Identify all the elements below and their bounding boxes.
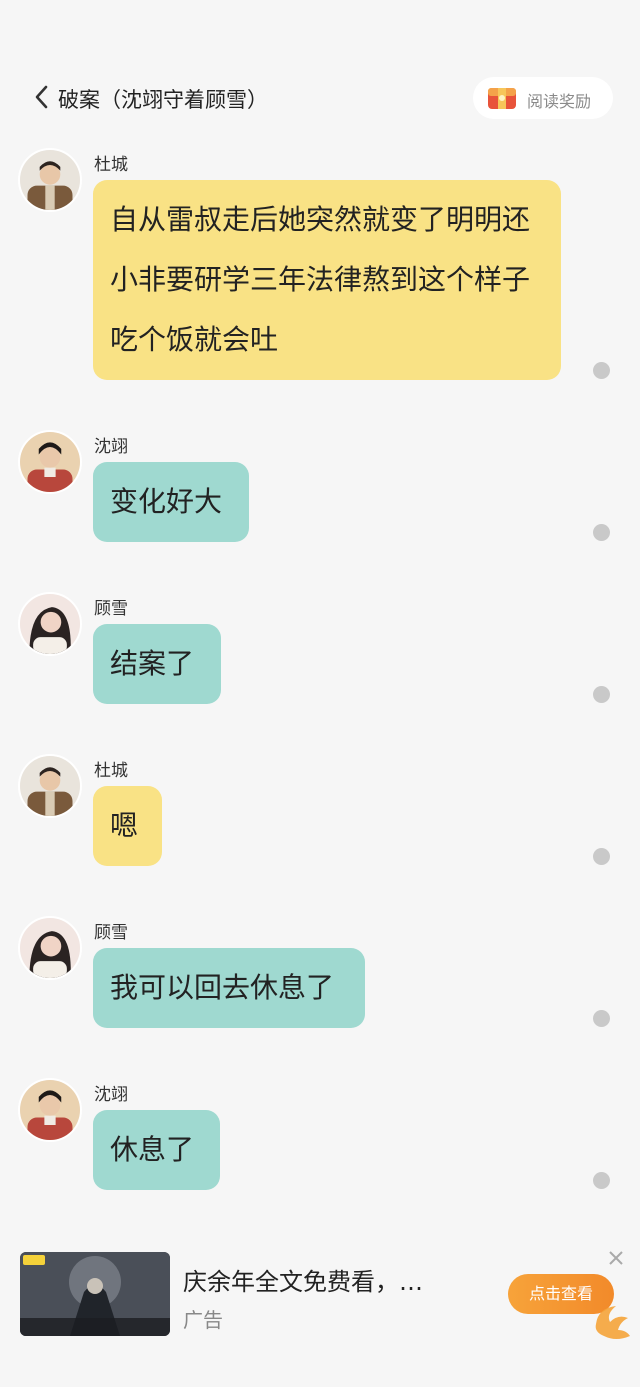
status-dot bbox=[593, 362, 610, 379]
status-dot bbox=[593, 686, 610, 703]
status-dot bbox=[593, 524, 610, 541]
brand-logo-icon bbox=[595, 1306, 630, 1339]
ad-close-button[interactable] bbox=[606, 1248, 626, 1268]
sender-name: 顾雪 bbox=[94, 599, 128, 619]
sender-name: 沈翊 bbox=[94, 1085, 128, 1105]
message-bubble[interactable]: 结案了 bbox=[93, 624, 221, 704]
status-dot bbox=[593, 1010, 610, 1027]
header: 破案（沈翊守着顾雪） 阅读奖励 bbox=[0, 72, 640, 124]
ad-thumbnail[interactable] bbox=[20, 1252, 170, 1336]
avatar[interactable] bbox=[18, 754, 82, 818]
sender-name: 沈翊 bbox=[94, 437, 128, 457]
back-button[interactable] bbox=[30, 82, 54, 112]
ad-title[interactable]: 庆余年全文免费看，… bbox=[183, 1262, 423, 1297]
avatar[interactable] bbox=[18, 148, 82, 212]
avatar[interactable] bbox=[18, 916, 82, 980]
sender-name: 杜城 bbox=[94, 761, 128, 781]
message-bubble[interactable]: 休息了 bbox=[93, 1110, 220, 1190]
sender-name: 杜城 bbox=[94, 155, 128, 175]
status-dot bbox=[593, 848, 610, 865]
ad-label: 广告 bbox=[183, 1308, 223, 1332]
ad-banner[interactable]: 庆余年全文免费看，… 广告 点击查看 bbox=[0, 1240, 640, 1360]
page-title: 破案（沈翊守着顾雪） bbox=[58, 88, 268, 112]
close-icon bbox=[609, 1251, 623, 1265]
message-bubble[interactable]: 自从雷叔走后她突然就变了明明还小非要研学三年法律熬到这个样子吃个饭就会吐 bbox=[93, 180, 561, 380]
gift-icon bbox=[488, 88, 516, 109]
reading-reward-button[interactable]: 阅读奖励 bbox=[473, 77, 613, 119]
status-dot bbox=[593, 1172, 610, 1189]
avatar[interactable] bbox=[18, 1078, 82, 1142]
sender-name: 顾雪 bbox=[94, 923, 128, 943]
reading-reward-label: 阅读奖励 bbox=[527, 92, 592, 111]
message-bubble[interactable]: 我可以回去休息了 bbox=[93, 948, 365, 1028]
chevron-left-icon bbox=[35, 85, 48, 109]
message-bubble[interactable]: 嗯 bbox=[93, 786, 162, 866]
avatar[interactable] bbox=[18, 430, 82, 494]
avatar[interactable] bbox=[18, 592, 82, 656]
message-bubble[interactable]: 变化好大 bbox=[93, 462, 249, 542]
